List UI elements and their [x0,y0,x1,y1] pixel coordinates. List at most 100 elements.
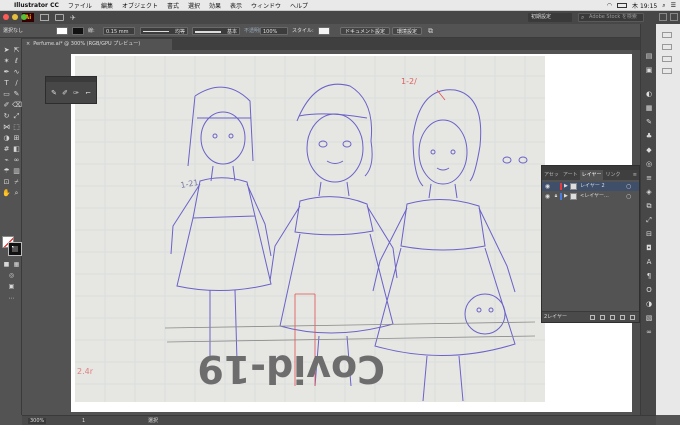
links-icon[interactable]: ∞ [645,328,653,336]
gradient-tool-icon[interactable]: ◧ [12,145,21,154]
wifi-icon[interactable]: ◠ [607,2,612,9]
curvature-tool-icon[interactable]: ∿ [12,68,21,77]
join-tool-icon[interactable]: ⌐ [84,89,92,97]
panel-menu-icon[interactable]: ≡ [631,170,639,180]
transparency-icon[interactable]: ◑ [645,300,653,308]
layer-name[interactable]: <レイヤー... [580,192,609,201]
stroke-icon[interactable]: ≡ [645,174,653,182]
color-mode-icon[interactable]: ■ [2,260,11,269]
sketch-image[interactable]: 1-21 1-2/ 2.4r Covid-19 [75,56,545,402]
eraser-tool-icon[interactable]: ⌫ [12,101,22,110]
close-tab-icon[interactable]: × [26,41,30,47]
target-icon[interactable]: ○ [626,192,631,201]
menu-edit[interactable]: 編集 [101,1,113,10]
brush-select[interactable]: 基本 [192,27,240,35]
line-tool-icon[interactable]: ∕ [12,79,21,88]
dock-panel-icon[interactable] [662,32,672,38]
slice-tool-icon[interactable]: ⌿ [12,178,21,187]
direct-selection-tool-icon[interactable]: ⇱ [12,46,21,55]
maximize-window-icon[interactable] [670,13,678,21]
menu-help[interactable]: ヘルプ [290,1,308,10]
appearance-icon[interactable]: ◎ [645,160,653,168]
menu-window[interactable]: ウィンドウ [251,1,281,10]
layer-name[interactable]: レイヤー 2 [580,182,605,191]
artboards-icon[interactable]: ⧉ [645,202,653,210]
new-sublayer-icon[interactable] [610,315,615,320]
path-eraser-icon[interactable]: ✑ [72,89,80,97]
blend-tool-icon[interactable]: ∞ [12,156,21,165]
pencil-icon[interactable]: ✎ [50,89,58,97]
search-icon[interactable]: ⌕ [662,2,665,10]
menubar-clock[interactable]: 木 19:15 [632,1,657,10]
menu-effect[interactable]: 効果 [209,1,221,10]
dock-panel-icon[interactable] [662,56,672,62]
type-tool-icon[interactable]: T [2,79,11,88]
layer-row[interactable]: ◉ 🔒︎ ▶ <レイヤー... ○ [542,192,639,201]
tab-assets[interactable]: アセッ [542,170,561,180]
opentype-icon[interactable]: O [645,286,653,294]
properties-icon[interactable]: ▤ [645,52,653,60]
zoom-icon[interactable] [21,14,27,20]
swatches-icon[interactable]: ▦ [645,104,653,112]
zoom-level-field[interactable]: 300% [28,418,47,424]
eyedropper-tool-icon[interactable]: ⌁ [2,156,11,165]
target-icon[interactable]: ○ [626,182,631,191]
expand-icon[interactable]: ▶ [564,192,568,201]
graphic-styles-icon[interactable]: ◆ [645,146,653,154]
new-layer-icon[interactable] [620,315,625,320]
document-tab[interactable]: × Perfume.ai* @ 300% (RGB/GPU プレビュー) [22,39,172,50]
stock-search-input[interactable]: Adobe Stock を検索 [578,13,644,22]
menu-view[interactable]: 表示 [230,1,242,10]
sync-icon[interactable]: ✈ [70,14,76,22]
gradient-mode-icon[interactable]: ▦ [12,260,21,269]
variable-width-select[interactable]: 均等 [140,27,188,35]
stroke-weight-field[interactable]: 0.15 mm [103,27,135,35]
dock-panel-icon[interactable] [662,44,672,50]
close-icon[interactable] [3,14,9,20]
menu-file[interactable]: ファイル [68,1,92,10]
minimize-icon[interactable] [12,14,18,20]
tab-layers[interactable]: レイヤー [579,170,604,180]
workspace-switcher[interactable]: 初期設定 [528,13,572,22]
opacity-field[interactable]: 100% [260,27,288,35]
character-icon[interactable]: A [645,258,653,266]
symbol-sprayer-tool-icon[interactable]: ☂ [2,167,11,176]
graph-tool-icon[interactable]: ▥ [12,167,21,176]
menu-list-icon[interactable]: ☰ [671,2,676,9]
menu-app-name[interactable]: Illustrator CC [14,2,59,9]
fill-color-swatch[interactable] [56,27,68,35]
perspective-grid-tool-icon[interactable]: ⊞ [12,134,21,143]
menu-object[interactable]: オブジェクト [122,1,158,10]
width-tool-icon[interactable]: ⋈ [2,123,11,132]
tab-links[interactable]: リンク [603,170,622,180]
stroke-swatch[interactable] [8,242,22,256]
locate-object-icon[interactable] [590,315,595,320]
more-tools-icon[interactable]: ⋯ [7,294,16,303]
bridge-icon[interactable] [55,14,64,21]
artboard-navigator[interactable]: 1 [82,416,85,425]
artboard-tool-icon[interactable]: ⊡ [2,178,11,187]
delete-layer-icon[interactable] [630,315,635,320]
brushes-icon[interactable]: ✎ [645,118,653,126]
smooth-tool-icon[interactable]: ✐ [61,89,69,97]
menu-type[interactable]: 書式 [167,1,179,10]
libraries-icon[interactable]: ▣ [645,66,653,74]
magic-wand-tool-icon[interactable]: ✶ [2,57,11,66]
mesh-tool-icon[interactable]: # [2,145,11,154]
graphic-style-swatch[interactable] [318,27,330,35]
paragraph-icon[interactable]: ¶ [645,272,653,280]
minimize-window-icon[interactable] [659,13,667,21]
hand-tool-icon[interactable]: ✋ [2,189,11,198]
free-transform-tool-icon[interactable]: ⬚ [12,123,21,132]
floating-tool-panel[interactable]: ✎ ✐ ✑ ⌐ [45,76,97,104]
layer-row[interactable]: ◉ ▶ レイヤー 2 ○ [542,182,639,191]
scale-tool-icon[interactable]: ⤢ [12,112,21,121]
document-setup-button[interactable]: ドキュメント設定 [340,27,391,35]
symbols-icon[interactable]: ♣ [645,132,653,140]
visibility-icon[interactable]: ◉ [544,192,551,201]
fill-stroke-swatches[interactable] [2,236,22,256]
gradient-icon[interactable]: ▧ [645,314,653,322]
shape-builder-tool-icon[interactable]: ◑ [2,134,11,143]
dock-panel-icon[interactable] [662,68,672,74]
current-tool-status[interactable]: 選択 [148,416,158,425]
